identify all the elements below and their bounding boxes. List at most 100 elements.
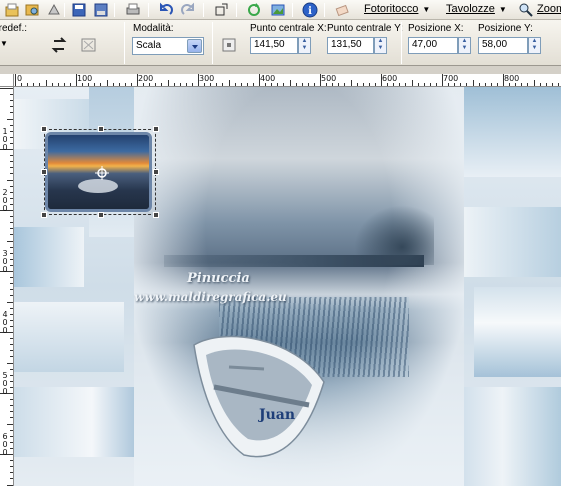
ruler-tick (234, 83, 236, 86)
resize-handle[interactable] (41, 169, 47, 175)
ruler-tick (10, 234, 13, 236)
ruler-tick (33, 83, 35, 86)
pivot-x-spinner[interactable]: ▲ ▼ (298, 37, 311, 54)
position-y-spinner[interactable]: ▲ ▼ (528, 37, 541, 54)
ruler-tick (374, 83, 376, 86)
image-browser-icon[interactable] (270, 2, 286, 18)
resize-handle[interactable] (41, 126, 47, 132)
resize-handle[interactable] (153, 212, 159, 218)
ruler-tick (10, 124, 13, 126)
ruler-tick (10, 399, 13, 401)
preset-dropdown-arrow[interactable]: ▼ (0, 39, 8, 48)
menu-zoom[interactable]: Zoom (537, 3, 561, 15)
watermark-url: www.maldiregrafica.eu (134, 290, 287, 304)
print-icon[interactable] (125, 2, 141, 18)
eraser-icon[interactable] (334, 2, 350, 18)
position-x-input[interactable]: 47,00 (408, 37, 458, 54)
ruler-label: 200 (2, 188, 8, 213)
menu-fotoritocco[interactable]: Fotoritocco ▼ (364, 3, 430, 15)
menu-tavolozze[interactable]: Tavolozze ▼ (446, 3, 507, 15)
ruler-tick (545, 83, 547, 86)
pivot-x-label: Punto centrale X: (250, 23, 327, 34)
save-icon[interactable] (71, 2, 87, 18)
ruler-tick (45, 80, 47, 86)
ruler-tick (10, 368, 13, 370)
ruler-tick (484, 83, 486, 86)
open-icon[interactable] (4, 2, 20, 18)
ruler-tick (10, 173, 13, 175)
zoom-icon[interactable] (518, 2, 534, 18)
ruler-tick (435, 83, 437, 86)
ruler-tick (173, 83, 175, 86)
resize-handle[interactable] (41, 212, 47, 218)
ruler-label: 200 (138, 74, 154, 83)
ruler-tick (429, 83, 431, 86)
reset-icon[interactable] (50, 37, 68, 53)
ruler-tick (124, 83, 126, 86)
watermark-name: Pinuccia (187, 271, 250, 286)
resize-handle[interactable] (98, 126, 104, 132)
ruler-label: 500 (321, 74, 337, 83)
ruler-tick (307, 83, 309, 86)
ruler-label: 800 (504, 74, 520, 83)
crop-icon[interactable] (213, 2, 229, 18)
ruler-tick (10, 386, 13, 388)
ruler-tick (368, 83, 370, 86)
ruler-tick (10, 460, 13, 462)
undo-icon[interactable] (158, 2, 174, 18)
ruler-tick (10, 411, 13, 413)
ruler-tick (362, 83, 364, 86)
help-icon[interactable]: i (302, 2, 318, 18)
save-as-icon[interactable] (93, 2, 109, 18)
mode-select[interactable]: Scala (132, 37, 204, 55)
ruler-tick (10, 112, 13, 114)
ruler-tick (10, 435, 13, 437)
ruler-label: 500 (2, 371, 8, 396)
tool-options-bar: Predef.: ▼ Modalità: Scala Punto central… (0, 20, 561, 66)
pivot-point-icon[interactable] (95, 166, 109, 180)
ruler-tick (69, 83, 71, 86)
pivot-y-spinner[interactable]: ▲ ▼ (374, 37, 387, 54)
ruler-tick (185, 83, 187, 86)
refresh-icon[interactable] (246, 2, 262, 18)
ruler-tick (63, 83, 65, 86)
ruler-tick (10, 472, 13, 474)
ruler-tick (179, 83, 181, 86)
ruler-tick (21, 83, 23, 86)
ruler-tick (423, 83, 425, 86)
ruler-label: 300 (2, 249, 8, 274)
position-y-input[interactable]: 58,00 (478, 37, 528, 54)
ruler-tick (252, 83, 254, 86)
ruler-tick (301, 83, 303, 86)
image-canvas[interactable]: Juan Pinuccia www.maldiregrafica.eu (14, 87, 561, 486)
ruler-tick (490, 83, 492, 86)
ruler-tick (10, 142, 13, 144)
ruler-tick (228, 80, 230, 86)
ruler-label: 600 (2, 432, 8, 457)
redo-icon[interactable] (180, 2, 196, 18)
ruler-tick (411, 80, 413, 86)
browse-icon[interactable] (24, 2, 40, 18)
acquire-icon[interactable] (46, 2, 62, 18)
deform-icon[interactable] (80, 37, 98, 53)
position-y-label: Posizione Y: (478, 23, 533, 34)
pivot-x-input[interactable]: 141,50 (250, 37, 298, 54)
ruler-tick (106, 80, 108, 86)
resize-handle[interactable] (153, 126, 159, 132)
pivot-icon[interactable] (221, 37, 237, 53)
ruler-tick (10, 216, 13, 218)
ruler-label: 600 (382, 74, 398, 83)
selection-bounding-box[interactable] (41, 126, 159, 218)
main-toolbar: i Fotoritocco ▼ Tavolozze ▼ Zoom (0, 0, 561, 20)
resize-handle[interactable] (98, 212, 104, 218)
ruler-tick (7, 362, 13, 364)
pivot-y-input[interactable]: 131,50 (327, 37, 374, 54)
ruler-tick (10, 307, 13, 309)
ruler-tick (10, 185, 13, 187)
vertical-ruler[interactable]: 100 200 300 400 500 600 (0, 87, 14, 486)
position-x-spinner[interactable]: ▲ ▼ (458, 37, 471, 54)
ruler-tick (10, 100, 13, 102)
chevron-down-icon[interactable] (187, 39, 202, 53)
resize-handle[interactable] (153, 169, 159, 175)
horizontal-ruler[interactable]: 0 100 200 300 400 500 600 700 800 (14, 74, 561, 87)
